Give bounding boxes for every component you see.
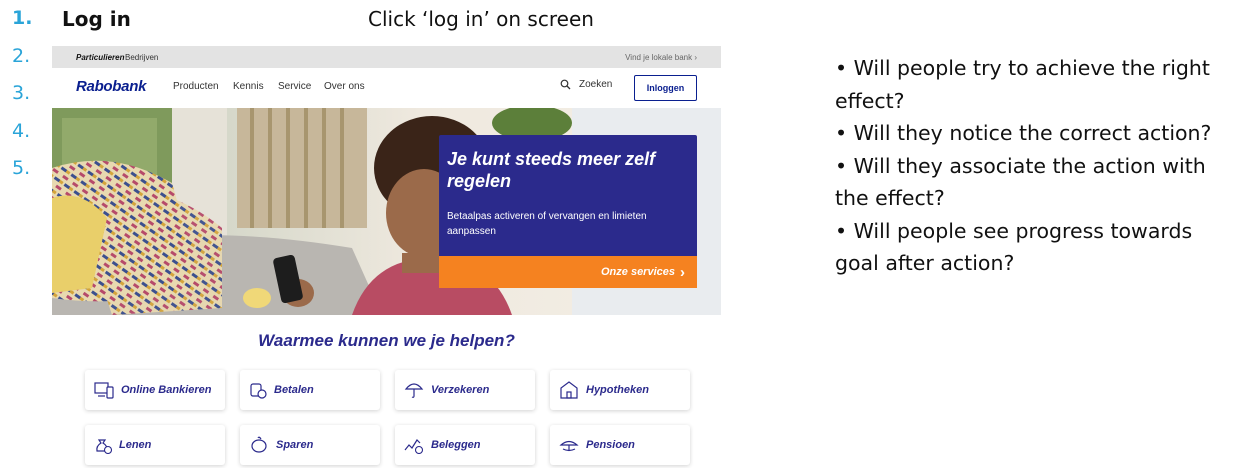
tile-hypotheken[interactable]: Hypotheken xyxy=(550,370,690,410)
tile-betalen[interactable]: Betalen xyxy=(240,370,380,410)
tile-verzekeren[interactable]: Verzekeren xyxy=(395,370,535,410)
hero-title: Je kunt steeds meer zelf regelen xyxy=(447,149,656,191)
tile-label: Sparen xyxy=(276,439,314,451)
tile-beleggen[interactable]: Beleggen xyxy=(395,425,535,465)
tile-label: Lenen xyxy=(119,439,152,451)
tile-label: Verzekeren xyxy=(431,384,490,396)
investment-icon xyxy=(404,439,424,454)
rabobank-logo[interactable]: Rabobank xyxy=(76,78,146,95)
step-number-4: 4. xyxy=(12,120,31,142)
piggy-bank-icon xyxy=(251,436,267,453)
search-icon xyxy=(560,79,571,90)
question-2: • Will they notice the correct action? xyxy=(835,121,1212,145)
money-bag-icon xyxy=(96,439,112,454)
tile-label: Hypotheken xyxy=(586,384,649,396)
nav-service[interactable]: Service xyxy=(278,81,311,92)
pension-icon xyxy=(559,440,579,452)
hero-banner: Je kunt steeds meer zelf regelen Betaalp… xyxy=(52,108,721,315)
segment-bedrijven[interactable]: Bedrijven xyxy=(125,53,158,62)
chevron-right-icon: › xyxy=(680,263,685,281)
tile-pensioen[interactable]: Pensioen xyxy=(550,425,690,465)
search-button[interactable]: Zoeken xyxy=(560,79,612,90)
question-4: • Will people see progress towards goal … xyxy=(835,218,1193,276)
nav-over-ons[interactable]: Over ons xyxy=(324,81,365,92)
tile-online-bankieren[interactable]: Online Bankieren xyxy=(85,370,225,410)
tile-label: Betalen xyxy=(274,384,314,396)
tile-lenen[interactable]: Lenen xyxy=(85,425,225,465)
tile-sparen[interactable]: Sparen xyxy=(240,425,380,465)
segment-bar: Particulieren Bedrijven Vind je lokale b… xyxy=(52,46,721,68)
house-icon xyxy=(560,381,578,399)
nav-kennis[interactable]: Kennis xyxy=(233,81,264,92)
bank-homepage: Particulieren Bedrijven Vind je lokale b… xyxy=(52,46,721,468)
hero-panel: Je kunt steeds meer zelf regelen Betaalp… xyxy=(439,135,697,288)
evaluation-questions: • Will people try to achieve the right e… xyxy=(835,52,1235,280)
tile-label: Beleggen xyxy=(431,439,481,451)
step-number-5: 5. xyxy=(12,157,31,179)
hero-subtitle: Betaalpas activeren of vervangen en limi… xyxy=(447,211,647,237)
services-button-label: Onze services xyxy=(601,266,675,278)
services-button[interactable]: Onze services › xyxy=(439,256,697,288)
online-banking-icon xyxy=(94,382,114,399)
step-number-3: 3. xyxy=(12,82,31,104)
step-instruction: Click ‘log in’ on screen xyxy=(368,7,594,31)
segment-particulieren[interactable]: Particulieren xyxy=(76,53,124,62)
tile-label: Pensioen xyxy=(586,439,635,451)
tile-label: Online Bankieren xyxy=(121,384,212,396)
step-number-1: 1. xyxy=(12,7,33,29)
question-3: • Will they associate the action with th… xyxy=(835,153,1206,211)
search-label: Zoeken xyxy=(579,79,613,90)
nav-producten[interactable]: Producten xyxy=(173,81,219,92)
question-1: • Will people try to achieve the right e… xyxy=(835,56,1210,113)
find-local-bank-link[interactable]: Vind je lokale bank › xyxy=(625,53,697,62)
umbrella-icon xyxy=(404,383,424,398)
login-button[interactable]: Inloggen xyxy=(634,75,697,101)
step-title: Log in xyxy=(62,7,131,31)
step-number-2: 2. xyxy=(12,45,31,67)
payment-icon xyxy=(250,383,267,399)
help-heading: Waarmee kunnen we je helpen? xyxy=(258,331,515,350)
main-navbar: Rabobank Producten Kennis Service Over o… xyxy=(52,68,721,108)
